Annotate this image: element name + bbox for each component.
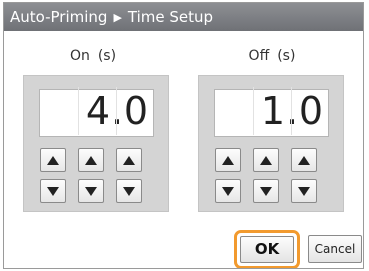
on-label-text: On: [69, 48, 90, 64]
off-digit-tens: [215, 87, 253, 135]
up-arrow-icon: [260, 155, 272, 165]
off-tenths-down-button[interactable]: [291, 179, 317, 203]
down-arrow-icon: [47, 186, 59, 196]
down-arrow-icon: [123, 186, 135, 196]
off-tens-down-button[interactable]: [215, 179, 241, 203]
dialog-title-bar: Auto-Priming ▶ Time Setup: [4, 3, 363, 31]
on-tenths-down-button[interactable]: [116, 179, 142, 203]
on-tenths-up-button[interactable]: [116, 148, 142, 172]
off-unit-text: (s): [277, 48, 296, 64]
off-time-label: Off (s): [202, 48, 342, 64]
on-tens-down-button[interactable]: [40, 179, 66, 203]
on-time-label: On (s): [23, 48, 163, 64]
breadcrumb-separator-icon: ▶: [113, 11, 122, 24]
on-digit-tens: [40, 87, 78, 135]
on-digit-tenths: 0: [116, 87, 155, 135]
on-ones-down-button[interactable]: [78, 179, 104, 203]
up-arrow-icon: [123, 155, 135, 165]
up-arrow-icon: [222, 155, 234, 165]
up-arrow-icon: [298, 155, 310, 165]
down-arrow-icon: [298, 186, 310, 196]
on-time-panel: 4 . 0: [23, 75, 169, 212]
off-tenths-up-button[interactable]: [291, 148, 317, 172]
off-label-text: Off: [248, 48, 270, 64]
up-arrow-icon: [85, 155, 97, 165]
off-digit-tenths: 0: [291, 87, 330, 135]
down-arrow-icon: [85, 186, 97, 196]
off-time-panel: 1 . 0: [198, 75, 344, 212]
off-ones-down-button[interactable]: [253, 179, 279, 203]
ok-button[interactable]: OK: [240, 236, 294, 263]
on-unit-text: (s): [97, 48, 117, 64]
down-arrow-icon: [260, 186, 272, 196]
off-tens-up-button[interactable]: [215, 148, 241, 172]
dialog-subtitle: Time Setup: [127, 8, 214, 26]
ok-button-highlight: OK: [234, 230, 300, 268]
on-tens-up-button[interactable]: [40, 148, 66, 172]
off-ones-up-button[interactable]: [253, 148, 279, 172]
down-arrow-icon: [222, 186, 234, 196]
on-time-display: 4 . 0: [39, 87, 155, 137]
off-time-display: 1 . 0: [214, 87, 330, 137]
up-arrow-icon: [47, 155, 59, 165]
dialog-title: Auto-Priming: [10, 8, 108, 26]
cancel-button[interactable]: Cancel: [308, 235, 362, 263]
on-ones-up-button[interactable]: [78, 148, 104, 172]
time-setup-dialog: Auto-Priming ▶ Time Setup On (s) 4 . 0 Off (…: [3, 2, 364, 269]
